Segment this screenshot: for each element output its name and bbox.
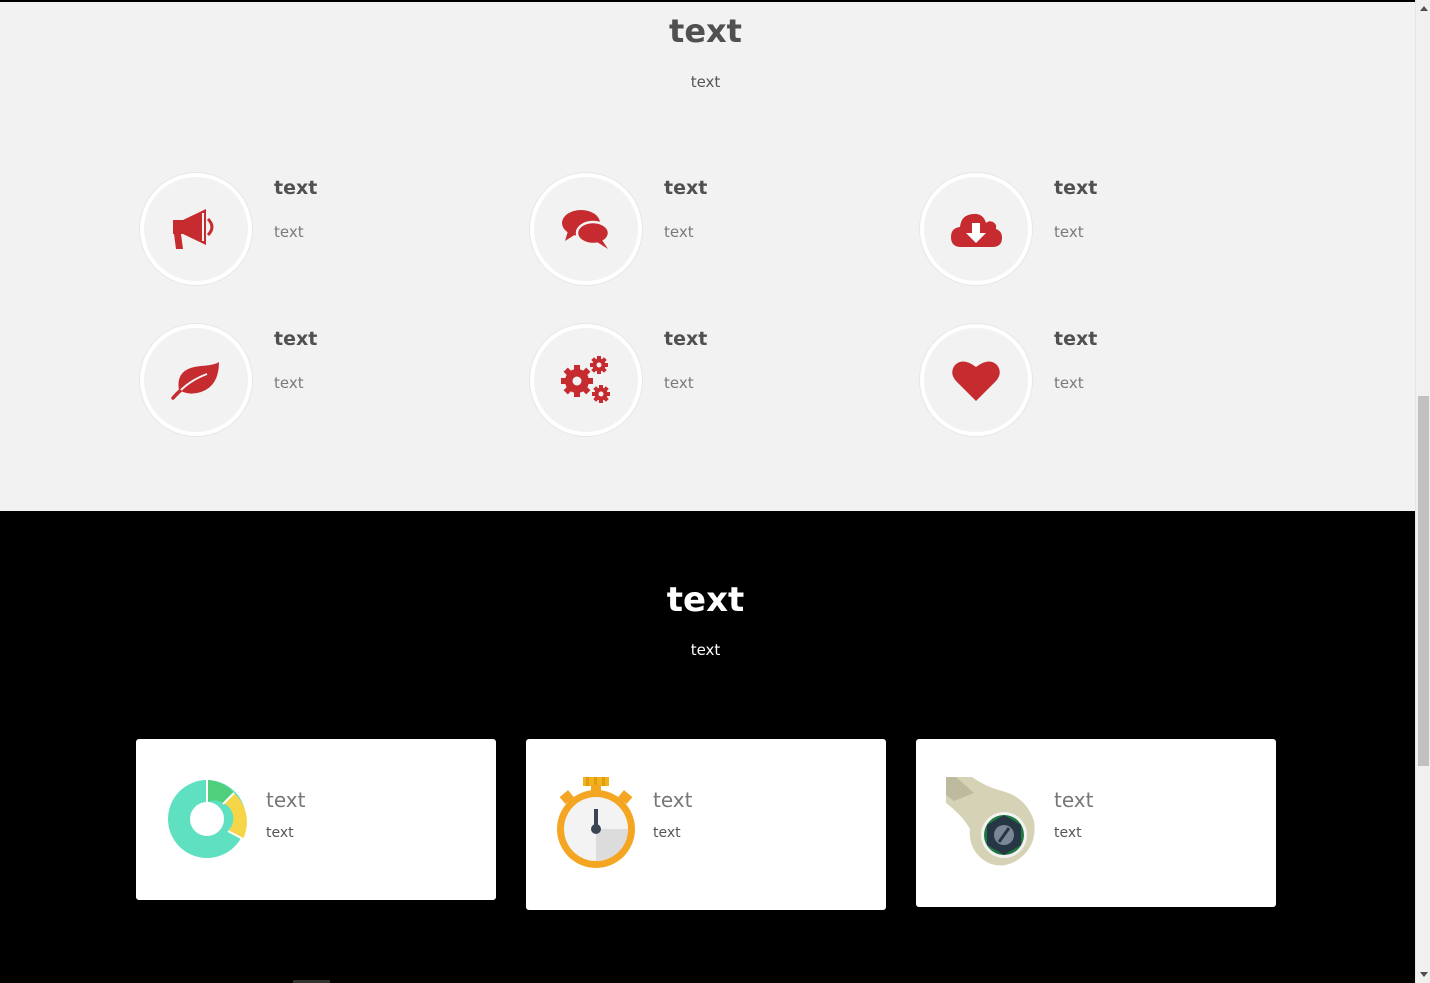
- stopwatch-icon: [557, 777, 635, 868]
- feature-icon-circle: [920, 324, 1032, 436]
- feature-title: text: [1054, 328, 1098, 350]
- card-title: text: [266, 788, 306, 812]
- page-viewport: text text text text text text text text …: [0, 0, 1430, 983]
- feature-text: text: [1054, 374, 1084, 392]
- feature-title: text: [274, 328, 318, 350]
- scroll-down-arrow-icon[interactable]: [1416, 966, 1430, 983]
- feature-item-chat: text text: [530, 173, 890, 285]
- feature-icon-circle: [530, 324, 642, 436]
- vertical-scrollbar[interactable]: [1415, 0, 1430, 983]
- service-card-stopwatch: text text: [526, 739, 886, 910]
- features-title: text: [669, 12, 742, 50]
- feature-icon-circle: [140, 173, 252, 285]
- scroll-up-arrow-icon[interactable]: [1416, 0, 1430, 17]
- cloud-download-icon: [951, 213, 1002, 247]
- services-title: text: [666, 580, 745, 620]
- card-text: text: [653, 825, 681, 841]
- feature-item-gears: text text: [530, 324, 890, 436]
- feature-icon-circle: [530, 173, 642, 285]
- services-subtitle: text: [690, 641, 721, 659]
- card-text: text: [266, 825, 294, 841]
- feature-text: text: [274, 223, 304, 241]
- feature-text: text: [1054, 223, 1084, 241]
- gears-icon: [561, 356, 610, 403]
- chat-bubbles-icon: [562, 210, 611, 249]
- feature-icon-circle: [920, 173, 1032, 285]
- leaf-icon: [171, 362, 219, 400]
- wrench-icon: [946, 777, 1035, 866]
- feature-item-leaf: text text: [140, 324, 500, 436]
- scrollbar-thumb[interactable]: [1418, 396, 1429, 766]
- card-title: text: [1054, 788, 1094, 812]
- heart-icon: [952, 361, 1000, 401]
- feature-icon-circle: [140, 324, 252, 436]
- feature-item-megaphone: text text: [140, 173, 500, 285]
- feature-item-heart: text text: [920, 324, 1280, 436]
- feature-item-cloud-download: text text: [920, 173, 1280, 285]
- features-section: text text text text text text text text …: [0, 2, 1415, 511]
- features-subtitle: text: [690, 73, 721, 91]
- service-card-chart: text text: [136, 739, 496, 900]
- feature-text: text: [274, 374, 304, 392]
- service-card-wrench: text text: [916, 739, 1276, 907]
- donut-chart-icon: [168, 780, 247, 858]
- feature-text: text: [664, 374, 694, 392]
- megaphone-icon: [173, 209, 214, 249]
- feature-title: text: [664, 328, 708, 350]
- feature-text: text: [664, 223, 694, 241]
- card-text: text: [1054, 825, 1082, 841]
- feature-title: text: [664, 177, 708, 199]
- feature-title: text: [1054, 177, 1098, 199]
- card-title: text: [653, 788, 693, 812]
- feature-title: text: [274, 177, 318, 199]
